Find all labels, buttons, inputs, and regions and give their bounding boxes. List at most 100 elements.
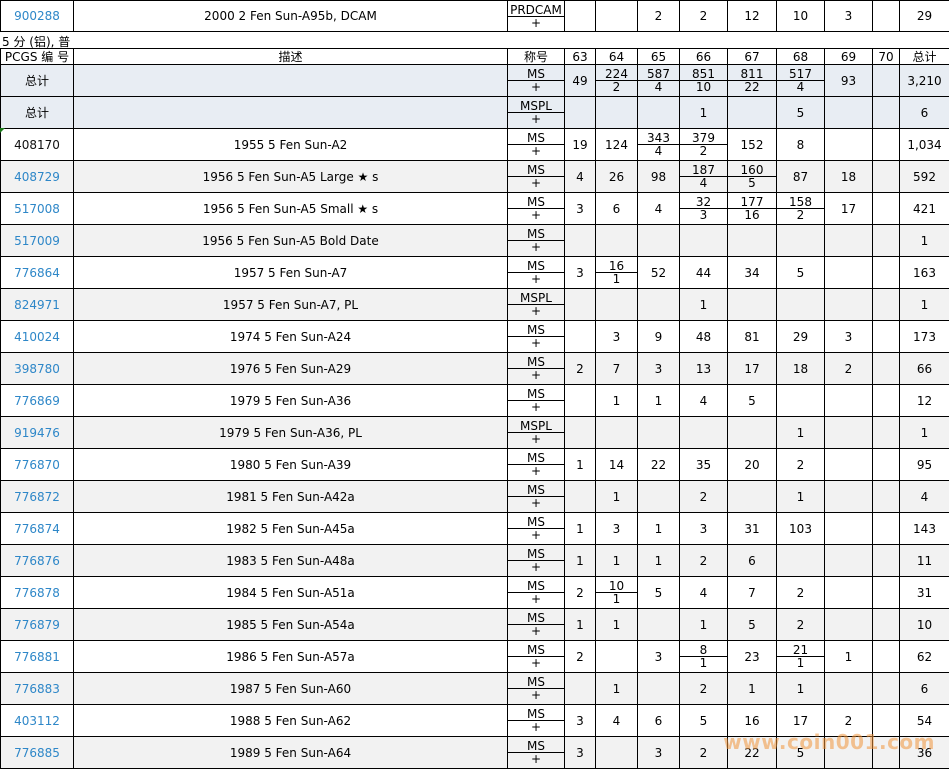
grade-cell: 4 <box>638 193 680 225</box>
grade-cell: 48 <box>680 321 728 353</box>
grade-cell: 1582 <box>777 193 825 225</box>
value-bottom: 16 <box>728 209 776 221</box>
grade-cell: 29 <box>777 321 825 353</box>
value-bottom: + <box>508 593 564 605</box>
grade-cell <box>825 417 873 449</box>
coin-description: 1982 5 Fen Sun-A45a <box>74 513 508 545</box>
grade-cell: 101 <box>596 577 638 609</box>
table-row: 7768761983 5 Fen Sun-A48aMS+1112611 <box>1 545 949 577</box>
designation-cell: MS+ <box>508 385 565 417</box>
pcgs-number-link[interactable]: 776874 <box>1 513 74 545</box>
grade-cell: 7 <box>728 577 777 609</box>
grade-cell: 17 <box>825 193 873 225</box>
grade-cell: 5 <box>777 257 825 289</box>
value-bottom: + <box>508 657 564 669</box>
pcgs-number-link[interactable]: 517009 <box>1 225 74 257</box>
header-66: 66 <box>680 49 728 65</box>
grade-cell: 13 <box>680 353 728 385</box>
grade-cell <box>596 417 638 449</box>
grade-cell: 1 <box>777 417 825 449</box>
grade-cell: 20 <box>728 449 777 481</box>
grade-cell: 211 <box>777 641 825 673</box>
summary-row: 总计MS+492242587485110811225174933,210 <box>1 65 949 97</box>
pcgs-number-link[interactable]: 919476 <box>1 417 74 449</box>
value-bottom: 4 <box>638 145 679 157</box>
pcgs-number-link[interactable]: 410024 <box>1 321 74 353</box>
table-row: 7768691979 5 Fen Sun-A36MS+114512 <box>1 385 949 417</box>
designation-cell: MS+ <box>508 673 565 705</box>
pcgs-number-link[interactable]: 776885 <box>1 737 74 769</box>
header-pcgs: PCGS 编 号 <box>1 49 74 65</box>
table-row: 7768741982 5 Fen Sun-A45aMS+131331103143 <box>1 513 949 545</box>
grade-cell: 5874 <box>638 65 680 97</box>
value-bottom: 1 <box>777 657 824 669</box>
pcgs-number-link[interactable]: 776878 <box>1 577 74 609</box>
value-bottom: + <box>508 465 564 477</box>
grade-cell: 2 <box>565 641 596 673</box>
grade-cell <box>825 449 873 481</box>
pcgs-number-link[interactable]: 517008 <box>1 193 74 225</box>
grade-cell <box>728 225 777 257</box>
grade-cell: 4 <box>596 705 638 737</box>
header-63: 63 <box>565 49 596 65</box>
grade-cell <box>825 97 873 129</box>
pcgs-number-link[interactable]: 776870 <box>1 449 74 481</box>
pcgs-number-link[interactable]: 408729 <box>1 161 74 193</box>
value-bottom: + <box>508 433 564 445</box>
grade-cell: 3 <box>565 705 596 737</box>
designation-cell: MS+ <box>508 609 565 641</box>
grade-cell: 103 <box>777 513 825 545</box>
grade-cell: 1 <box>825 641 873 673</box>
value-bottom: + <box>508 305 564 317</box>
coin-description: 1974 5 Fen Sun-A24 <box>74 321 508 353</box>
grade-cell-split: 1605 <box>728 164 776 189</box>
designation-cell-split: MS+ <box>508 356 564 381</box>
value-bottom: + <box>508 241 564 253</box>
grade-cell <box>873 385 900 417</box>
grade-cell: 6 <box>728 545 777 577</box>
designation-cell: MS+ <box>508 65 565 97</box>
grade-cell: 3792 <box>680 129 728 161</box>
table-row: 4081701955 5 Fen Sun-A2MS+19124343437921… <box>1 129 949 161</box>
grade-cell-split: 1582 <box>777 196 824 221</box>
pcgs-number-link[interactable]: 398780 <box>1 353 74 385</box>
designation-cell: MS+ <box>508 449 565 481</box>
pcgs-number-link[interactable]: 824971 <box>1 289 74 321</box>
table-row: 5170081956 5 Fen Sun-A5 Small ★ sMS+3643… <box>1 193 949 225</box>
designation-cell: MS+ <box>508 513 565 545</box>
grade-cell-split: 1874 <box>680 164 727 189</box>
pcgs-number-link[interactable]: 403112 <box>1 705 74 737</box>
grade-cell-split: 161 <box>596 260 637 285</box>
grade-cell: 31 <box>728 513 777 545</box>
pcgs-number-link[interactable]: 776869 <box>1 385 74 417</box>
grade-cell: 1 <box>596 545 638 577</box>
pcgs-number-link[interactable]: 776872 <box>1 481 74 513</box>
pcgs-number-link[interactable]: 776883 <box>1 673 74 705</box>
pcgs-number-link[interactable]: 776881 <box>1 641 74 673</box>
grade-cell: 3 <box>638 641 680 673</box>
grade-cell: 14 <box>596 449 638 481</box>
grade-cell: 2 <box>777 577 825 609</box>
total-cell: 62 <box>900 641 949 673</box>
grade-cell <box>728 97 777 129</box>
grade-cell: 2 <box>777 609 825 641</box>
pcgs-number-link[interactable]: 900288 <box>1 1 74 32</box>
grade-cell <box>873 609 900 641</box>
designation-cell: MS+ <box>508 705 565 737</box>
designation-cell-split: MS+ <box>508 580 564 605</box>
grade-70-cell <box>873 1 900 32</box>
value-bottom: + <box>508 81 564 93</box>
grade-cell: 81 <box>680 641 728 673</box>
pcgs-number-link[interactable]: 776879 <box>1 609 74 641</box>
grade-cell: 3 <box>680 513 728 545</box>
grade-cell <box>638 481 680 513</box>
coin-description: 1986 5 Fen Sun-A57a <box>74 641 508 673</box>
value-bottom: + <box>508 625 564 637</box>
total-cell: 3,210 <box>900 65 949 97</box>
grade-cell <box>777 545 825 577</box>
pcgs-number-link[interactable]: 776876 <box>1 545 74 577</box>
grade-cell <box>873 673 900 705</box>
grade-cell: 35 <box>680 449 728 481</box>
pcgs-number-link[interactable]: 776864 <box>1 257 74 289</box>
designation-cell: MS+ <box>508 353 565 385</box>
